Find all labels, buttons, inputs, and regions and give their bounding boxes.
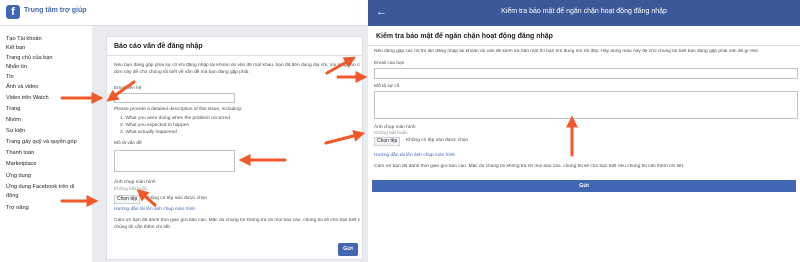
arrow-to-right-screenshot xyxy=(324,130,366,145)
arrow-to-choose-file xyxy=(136,189,157,207)
annotation-arrows xyxy=(60,56,578,207)
arrow-to-email xyxy=(106,80,136,102)
arrow-intro xyxy=(325,56,356,75)
